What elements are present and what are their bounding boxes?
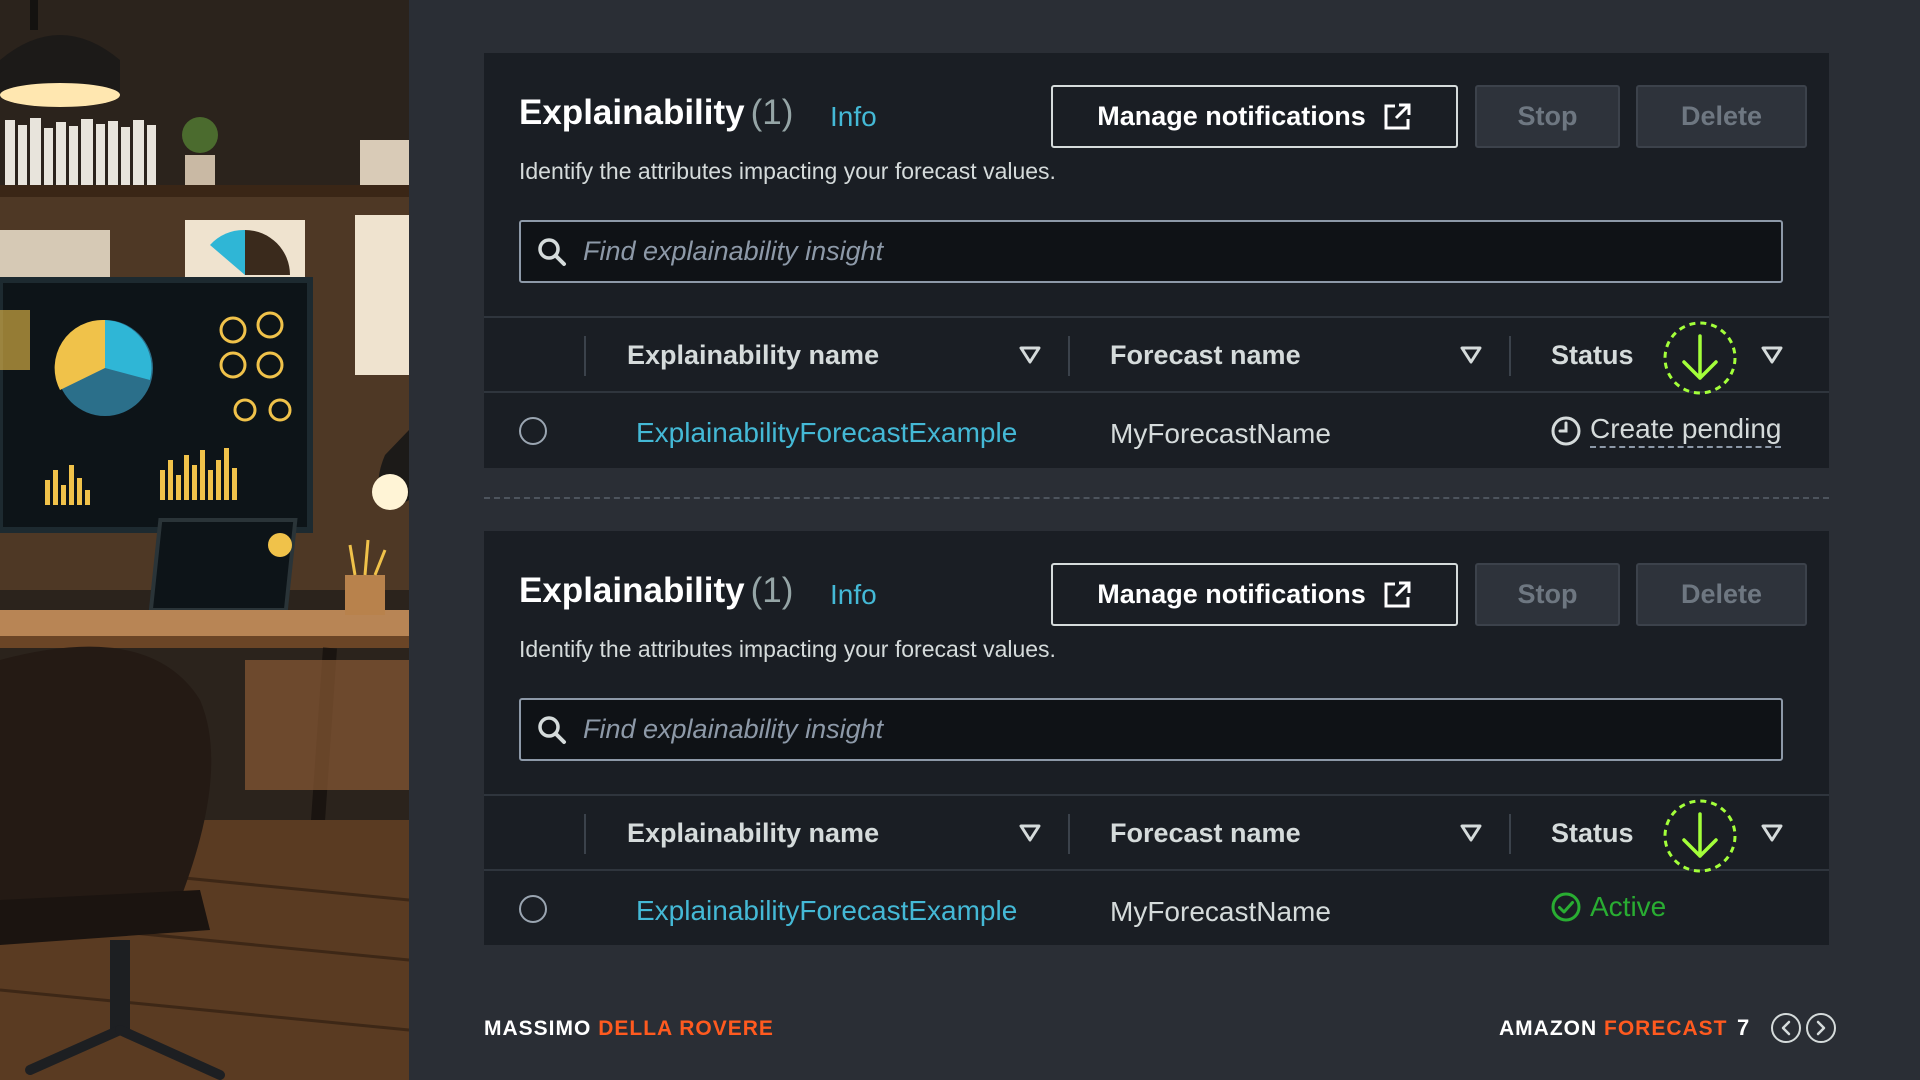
sort-caret-icon[interactable] xyxy=(1460,824,1482,842)
info-link[interactable]: Info xyxy=(830,579,877,611)
explainability-name-link[interactable]: ExplainabilityForecastExample xyxy=(636,417,1017,449)
manage-notifications-label: Manage notifications xyxy=(1097,579,1366,609)
panel-title-count: (1) xyxy=(750,571,794,610)
office-illustration-art xyxy=(0,0,409,1080)
column-separator xyxy=(584,814,586,854)
forecast-name-cell: MyForecastName xyxy=(1110,418,1331,449)
table-row: ExplainabilityForecastExample MyForecast… xyxy=(484,393,1829,468)
column-header-forecast-name[interactable]: Forecast name xyxy=(1110,818,1301,849)
panel-title-text: Explainability xyxy=(519,571,745,610)
panel-description: Identify the attributes impacting your f… xyxy=(519,158,1056,184)
panel-title: Explainability (1) xyxy=(519,571,793,611)
column-separator xyxy=(1068,814,1070,854)
panel-title-text: Explainability xyxy=(519,93,745,132)
arrow-down-highlight-icon xyxy=(1662,798,1738,874)
external-link-icon xyxy=(1382,580,1412,610)
manage-notifications-button[interactable]: Manage notifications xyxy=(1051,563,1458,626)
column-separator xyxy=(1509,814,1511,854)
next-page-button[interactable] xyxy=(1806,1013,1836,1043)
column-header-status[interactable]: Status xyxy=(1551,340,1634,371)
panel-title: Explainability (1) xyxy=(519,93,793,133)
stop-button[interactable]: Stop xyxy=(1475,563,1620,626)
search-input[interactable] xyxy=(583,236,1733,267)
sort-caret-icon[interactable] xyxy=(1019,346,1041,364)
product-last: FORECAST xyxy=(1604,1017,1728,1040)
table-header: Explainability name Forecast name Status xyxy=(484,316,1829,396)
sort-caret-icon[interactable] xyxy=(1761,824,1783,842)
delete-button[interactable]: Delete xyxy=(1636,563,1807,626)
status-cell: Create pending xyxy=(1550,413,1782,448)
previous-page-button[interactable] xyxy=(1771,1013,1801,1043)
author-first-name: MASSIMO xyxy=(484,1017,592,1040)
sort-caret-icon[interactable] xyxy=(1019,824,1041,842)
search-icon xyxy=(537,715,567,745)
product-first: AMAZON xyxy=(1499,1017,1598,1040)
stop-button[interactable]: Stop xyxy=(1475,85,1620,148)
sort-caret-icon[interactable] xyxy=(1460,346,1482,364)
status-text: Active xyxy=(1590,891,1667,922)
author-last-name: DELLA ROVERE xyxy=(598,1017,774,1040)
clock-icon xyxy=(1550,415,1582,447)
delete-button[interactable]: Delete xyxy=(1636,85,1807,148)
column-separator xyxy=(584,336,586,376)
row-select-radio[interactable] xyxy=(519,895,547,923)
table-row: ExplainabilityForecastExample MyForecast… xyxy=(484,871,1829,946)
search-icon xyxy=(537,237,567,267)
column-separator xyxy=(1068,336,1070,376)
column-header-explainability-name[interactable]: Explainability name xyxy=(627,818,879,849)
panel-description: Identify the attributes impacting your f… xyxy=(519,636,1056,662)
search-input[interactable] xyxy=(583,714,1733,745)
page-number: 7 xyxy=(1737,1015,1750,1040)
external-link-icon xyxy=(1382,102,1412,132)
status-text[interactable]: Create pending xyxy=(1590,413,1782,448)
row-select-radio[interactable] xyxy=(519,417,547,445)
status-cell: Active xyxy=(1550,891,1666,923)
info-link[interactable]: Info xyxy=(830,101,877,133)
search-box xyxy=(519,698,1783,761)
explainability-name-link[interactable]: ExplainabilityForecastExample xyxy=(636,895,1017,927)
footer-author: MASSIMO DELLA ROVERE xyxy=(484,1017,774,1041)
chevron-right-icon xyxy=(1816,1020,1826,1036)
column-header-status[interactable]: Status xyxy=(1551,818,1634,849)
column-separator xyxy=(1509,336,1511,376)
chevron-left-icon xyxy=(1781,1020,1791,1036)
explainability-panel-1: Explainability (1) Info Manage notificati… xyxy=(484,53,1829,468)
explainability-panel-2: Explainability (1) Info Manage notificati… xyxy=(484,531,1829,945)
section-divider xyxy=(484,497,1829,499)
forecast-name-cell: MyForecastName xyxy=(1110,896,1331,927)
manage-notifications-label: Manage notifications xyxy=(1097,101,1366,131)
column-header-explainability-name[interactable]: Explainability name xyxy=(627,340,879,371)
footer-product: AMAZON FORECAST xyxy=(1499,1017,1728,1041)
column-header-forecast-name[interactable]: Forecast name xyxy=(1110,340,1301,371)
search-box xyxy=(519,220,1783,283)
arrow-down-highlight-icon xyxy=(1662,320,1738,396)
panel-title-count: (1) xyxy=(750,93,794,132)
manage-notifications-button[interactable]: Manage notifications xyxy=(1051,85,1458,148)
office-illustration xyxy=(0,0,409,1080)
check-circle-icon xyxy=(1550,891,1582,923)
sort-caret-icon[interactable] xyxy=(1761,346,1783,364)
table-header: Explainability name Forecast name Status xyxy=(484,794,1829,874)
